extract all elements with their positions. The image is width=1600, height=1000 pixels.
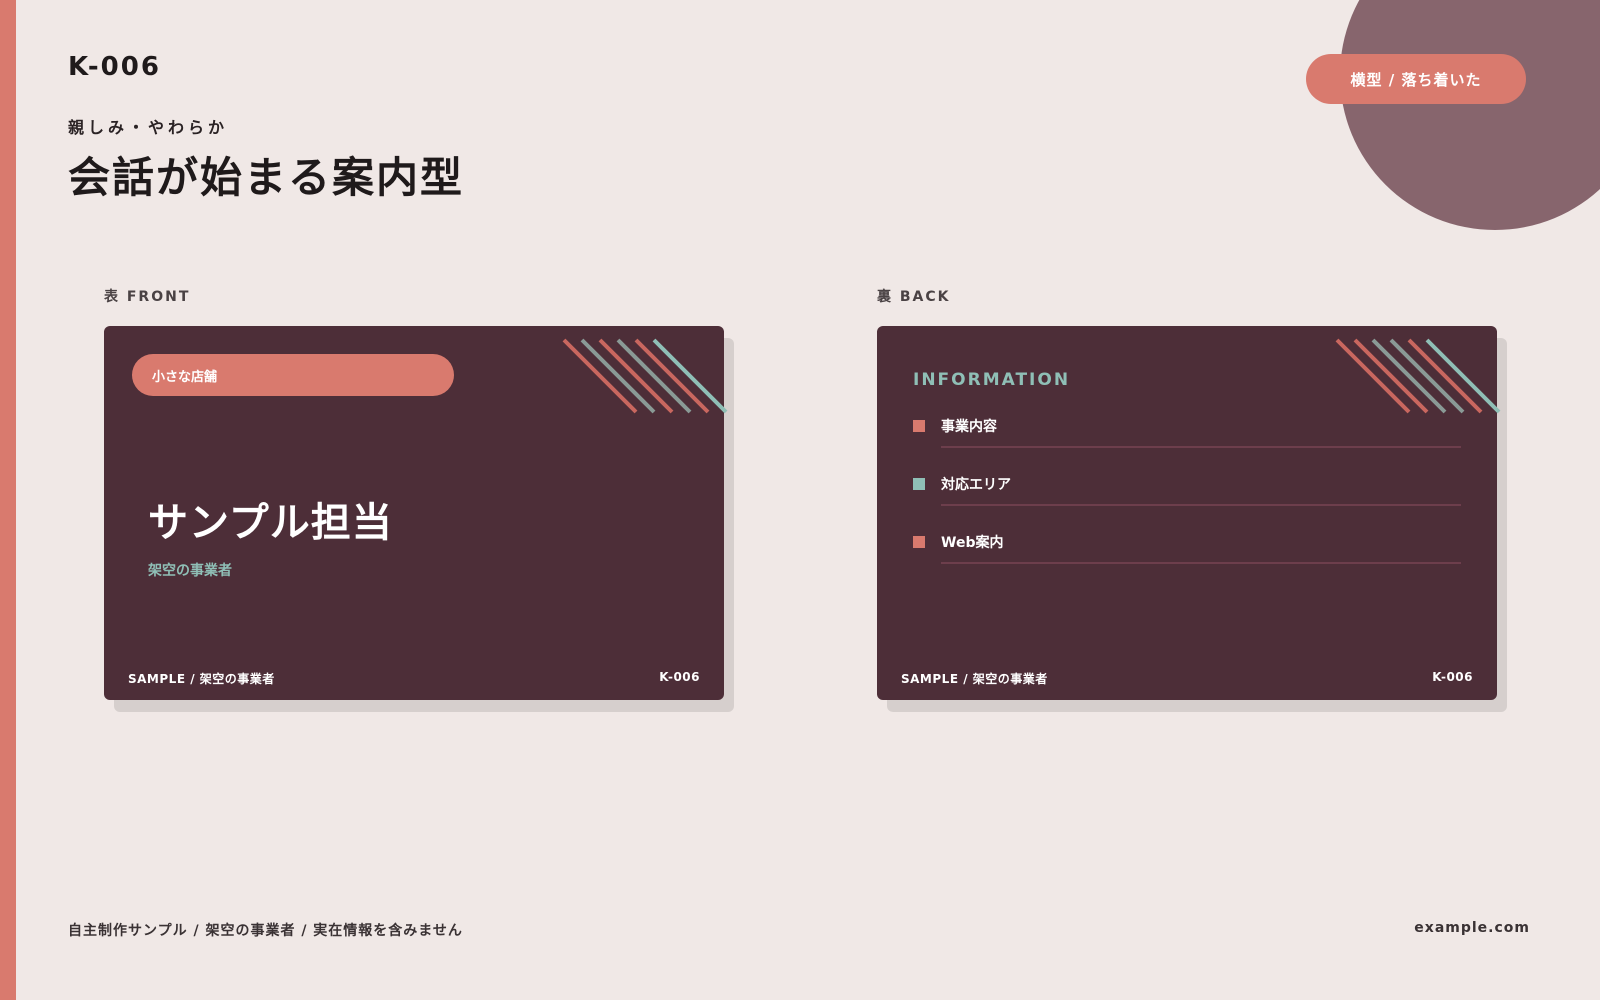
page-title: 会話が始まる案内型 xyxy=(68,153,465,202)
info-item-label: Web案内 xyxy=(941,535,1004,551)
square-marker-icon xyxy=(913,478,925,490)
square-marker-icon xyxy=(913,536,925,548)
back-card-preview: INFORMATION 事業内容 対応エリア Web案内 SAMPLE / 架空… xyxy=(877,326,1507,712)
divider xyxy=(941,446,1461,448)
decorative-circle xyxy=(1340,0,1600,230)
page-subtitle: 親しみ・やわらか xyxy=(68,118,229,137)
info-item-label: 事業内容 xyxy=(941,419,997,435)
left-accent-bar xyxy=(0,0,16,1000)
info-item: 事業内容 xyxy=(913,416,1461,456)
info-item: Web案内 xyxy=(913,532,1461,572)
person-name: サンプル担当 xyxy=(148,500,393,546)
front-section-label: 表 FRONT xyxy=(104,289,191,305)
footer-disclaimer: 自主制作サンプル / 架空の事業者 / 実在情報を含みません xyxy=(68,923,463,939)
card-footer-code: K-006 xyxy=(659,670,700,684)
divider xyxy=(941,504,1461,506)
business-name: 架空の事業者 xyxy=(148,563,232,579)
card-footer-sample: SAMPLE / 架空の事業者 xyxy=(128,672,275,686)
front-card: 小さな店舗 サンプル担当 架空の事業者 SAMPLE / 架空の事業者 K-00… xyxy=(104,326,728,700)
back-section-label: 裏 BACK xyxy=(877,289,951,305)
footer-domain-link[interactable]: example.com xyxy=(1414,920,1530,936)
front-card-preview: 小さな店舗 サンプル担当 架空の事業者 SAMPLE / 架空の事業者 K-00… xyxy=(104,326,734,712)
info-item-label: 対応エリア xyxy=(941,477,1011,493)
info-item: 対応エリア xyxy=(913,474,1461,514)
square-marker-icon xyxy=(913,420,925,432)
style-tag-badge: 横型 / 落ち着いた xyxy=(1306,54,1526,104)
back-card: INFORMATION 事業内容 対応エリア Web案内 SAMPLE / 架空… xyxy=(877,326,1501,700)
category-badge: 小さな店舗 xyxy=(132,354,454,396)
card-footer-sample: SAMPLE / 架空の事業者 xyxy=(901,672,1048,686)
card-footer-code: K-006 xyxy=(1432,670,1473,684)
diagonal-stripes-decoration xyxy=(562,338,728,414)
divider xyxy=(941,562,1461,564)
information-heading: INFORMATION xyxy=(913,370,1071,390)
design-code: K-006 xyxy=(68,52,161,82)
